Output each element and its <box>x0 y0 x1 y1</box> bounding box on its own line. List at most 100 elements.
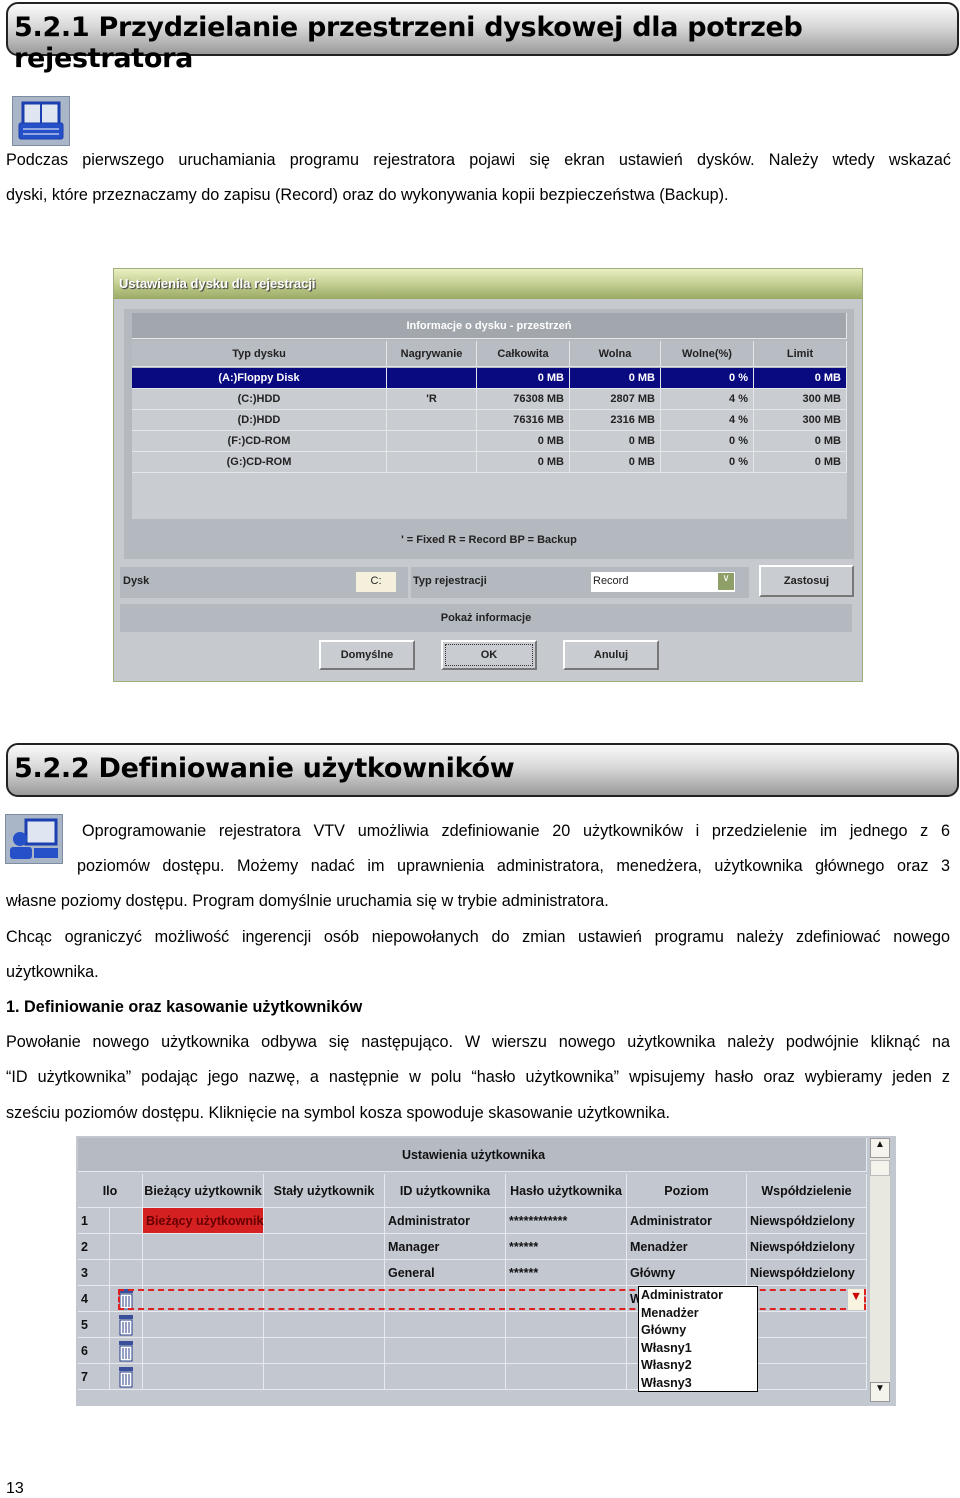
table-cell[interactable] <box>264 1234 385 1260</box>
table-cell[interactable]: 0 % <box>661 431 754 452</box>
table-cell[interactable]: 2 <box>78 1234 110 1260</box>
trash-icon[interactable] <box>110 1312 143 1338</box>
column-header[interactable]: Stały użytkownik <box>264 1174 385 1208</box>
column-header[interactable]: Hasło użytkownika <box>506 1174 627 1208</box>
dropdown-option[interactable]: Własny2 <box>641 1357 757 1375</box>
table-cell[interactable]: 0 MB <box>754 368 847 389</box>
apply-button[interactable]: Zastosuj <box>759 565 854 597</box>
table-cell[interactable]: ****** <box>506 1260 627 1286</box>
disk-field[interactable]: C: <box>356 572 396 592</box>
trash-icon[interactable] <box>110 1338 143 1364</box>
table-cell[interactable]: 0 % <box>661 452 754 473</box>
column-header[interactable]: Ilo <box>78 1174 143 1208</box>
table-cell[interactable]: 76316 MB <box>477 410 570 431</box>
table-cell[interactable]: 4 % <box>661 410 754 431</box>
table-cell[interactable]: 0 MB <box>570 431 661 452</box>
table-cell[interactable] <box>264 1312 385 1338</box>
table-cell[interactable] <box>143 1338 264 1364</box>
column-header[interactable]: Całkowita <box>477 341 570 367</box>
column-header[interactable]: Nagrywanie <box>387 341 477 367</box>
table-cell[interactable] <box>264 1364 385 1390</box>
table-cell[interactable]: (G:)CD-ROM <box>132 452 387 473</box>
column-header[interactable]: Limit <box>754 341 847 367</box>
table-cell[interactable]: 2316 MB <box>570 410 661 431</box>
recording-type-select[interactable]: Record ∨ <box>591 572 735 592</box>
column-header[interactable]: Poziom <box>627 1174 747 1208</box>
column-header[interactable]: ID użytkownika <box>385 1174 506 1208</box>
column-header[interactable]: Bieżący użytkownik <box>143 1174 264 1208</box>
table-cell[interactable]: 0 MB <box>754 431 847 452</box>
table-cell[interactable]: Administrator <box>627 1208 747 1234</box>
table-cell[interactable] <box>387 368 477 389</box>
table-cell[interactable]: 2807 MB <box>570 389 661 410</box>
dropdown-option[interactable]: Własny1 <box>641 1340 757 1358</box>
table-cell[interactable] <box>387 452 477 473</box>
table-cell[interactable]: 0 MB <box>570 452 661 473</box>
scroll-up-icon[interactable]: ▲ <box>870 1138 890 1158</box>
dropdown-option[interactable]: Administrator <box>641 1287 757 1305</box>
table-cell[interactable]: (F:)CD-ROM <box>132 431 387 452</box>
table-cell[interactable]: (D:)HDD <box>132 410 387 431</box>
dropdown-option[interactable]: Menadżer <box>641 1305 757 1323</box>
table-cell[interactable] <box>143 1364 264 1390</box>
table-cell[interactable]: Niewspółdzielony <box>747 1234 867 1260</box>
table-cell[interactable]: (C:)HDD <box>132 389 387 410</box>
table-cell[interactable] <box>385 1312 506 1338</box>
table-cell[interactable]: ************ <box>506 1208 627 1234</box>
column-header[interactable]: Wolne(%) <box>661 341 754 367</box>
table-cell[interactable] <box>747 1364 867 1390</box>
scrollbar[interactable]: ▲ ▼ <box>870 1138 890 1402</box>
table-cell[interactable]: Menadżer <box>627 1234 747 1260</box>
table-cell[interactable]: 0 % <box>661 368 754 389</box>
show-info-button[interactable]: Pokaż informacje <box>120 604 852 632</box>
table-cell[interactable]: 4 % <box>661 389 754 410</box>
column-header[interactable]: Typ dysku <box>132 341 387 367</box>
ok-button[interactable]: OK <box>441 640 537 670</box>
table-cell[interactable]: 0 MB <box>754 452 847 473</box>
table-cell[interactable]: Administrator <box>385 1208 506 1234</box>
table-cell[interactable]: Niewspółdzielony <box>747 1208 867 1234</box>
table-cell[interactable] <box>143 1312 264 1338</box>
table-cell[interactable] <box>506 1312 627 1338</box>
table-cell[interactable] <box>387 431 477 452</box>
cancel-button[interactable]: Anuluj <box>563 640 659 670</box>
chevron-down-icon[interactable]: ∨ <box>718 573 734 590</box>
dropdown-option[interactable]: Własny3 <box>641 1375 757 1393</box>
table-cell[interactable]: 1 <box>78 1208 110 1234</box>
table-cell[interactable]: 0 MB <box>477 452 570 473</box>
table-cell[interactable] <box>264 1208 385 1234</box>
table-cell[interactable]: 300 MB <box>754 410 847 431</box>
table-cell[interactable]: 0 MB <box>477 431 570 452</box>
table-cell[interactable]: Niewspółdzielony <box>747 1260 867 1286</box>
table-cell[interactable]: 5 <box>78 1312 110 1338</box>
table-cell[interactable]: Bieżący użytkownik <box>143 1208 264 1234</box>
column-header[interactable]: Współdzielenie <box>747 1174 867 1208</box>
dropdown-option[interactable]: Główny <box>641 1322 757 1340</box>
table-cell[interactable] <box>143 1260 264 1286</box>
table-cell[interactable]: (A:)Floppy Disk <box>132 368 387 389</box>
table-cell[interactable]: 300 MB <box>754 389 847 410</box>
table-cell[interactable]: 'R <box>387 389 477 410</box>
table-cell[interactable] <box>385 1338 506 1364</box>
trash-icon[interactable] <box>110 1364 143 1390</box>
scroll-thumb[interactable] <box>870 1160 890 1176</box>
table-cell[interactable]: 0 MB <box>477 368 570 389</box>
table-cell[interactable] <box>747 1312 867 1338</box>
table-cell[interactable]: 3 <box>78 1260 110 1286</box>
table-cell[interactable] <box>506 1338 627 1364</box>
table-cell[interactable] <box>264 1338 385 1364</box>
table-cell[interactable]: 0 MB <box>570 368 661 389</box>
table-cell[interactable] <box>143 1234 264 1260</box>
column-header[interactable]: Wolna <box>570 341 661 367</box>
table-cell[interactable]: General <box>385 1260 506 1286</box>
table-cell[interactable]: 6 <box>78 1338 110 1364</box>
table-cell[interactable]: 4 <box>78 1286 110 1312</box>
scroll-down-icon[interactable]: ▼ <box>870 1382 890 1402</box>
dropdown-toggle-icon[interactable]: ▼ <box>848 1289 864 1310</box>
table-cell[interactable]: Główny <box>627 1260 747 1286</box>
table-cell[interactable]: ****** <box>506 1234 627 1260</box>
table-cell[interactable] <box>264 1260 385 1286</box>
table-cell[interactable] <box>747 1338 867 1364</box>
table-cell[interactable]: 76308 MB <box>477 389 570 410</box>
table-cell[interactable]: Manager <box>385 1234 506 1260</box>
